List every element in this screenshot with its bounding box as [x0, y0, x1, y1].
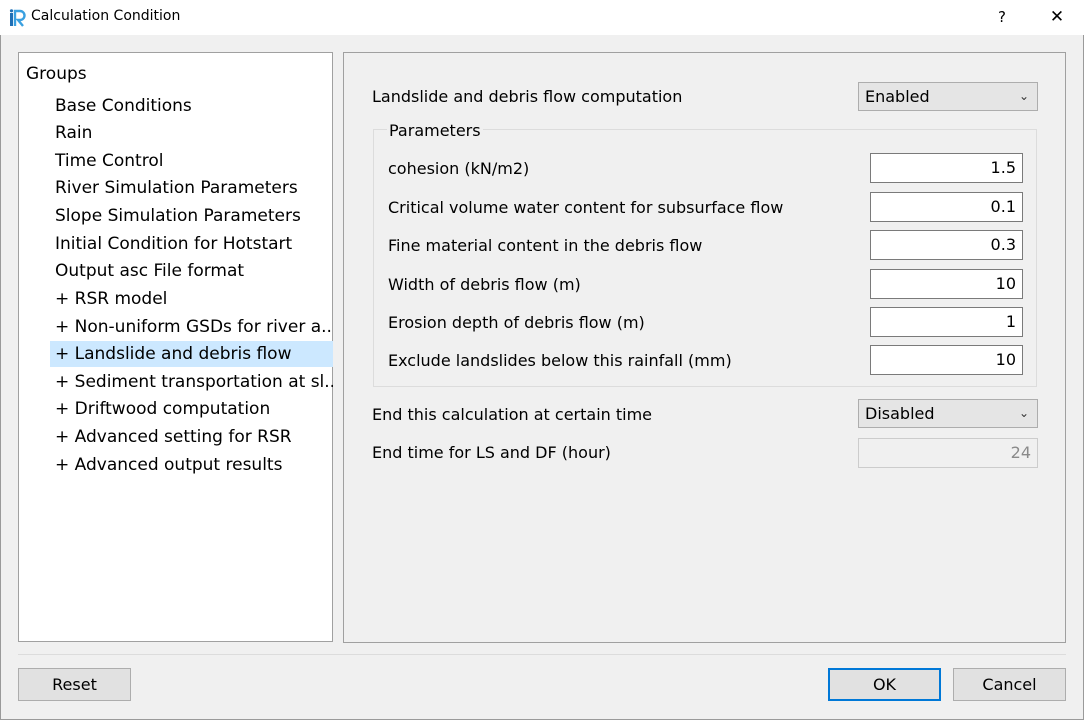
computation-select[interactable]: Enabled ⌄	[858, 82, 1038, 111]
width-field[interactable]: 10	[870, 269, 1023, 299]
tree-header: Groups	[26, 64, 87, 84]
close-button[interactable]: ✕	[1043, 6, 1071, 28]
tree-item-advanced-output[interactable]: + Advanced output results	[50, 452, 333, 478]
chevron-down-icon: ⌄	[1018, 89, 1029, 103]
window-title: Calculation Condition	[31, 8, 181, 24]
computation-label: Landslide and debris flow computation	[372, 87, 683, 106]
exclude-rainfall-field[interactable]: 10	[870, 345, 1023, 375]
tree-item-initial-condition[interactable]: Initial Condition for Hotstart	[50, 231, 333, 257]
param-label-erosion-depth: Erosion depth of debris flow (m)	[388, 313, 645, 332]
tree-item-sediment-transportation[interactable]: + Sediment transportation at sl...	[50, 369, 333, 395]
param-label-exclude-rainfall: Exclude landslides below this rainfall (…	[388, 351, 732, 370]
cohesion-field[interactable]: 1.5	[870, 153, 1023, 183]
reset-button[interactable]: Reset	[18, 668, 131, 701]
end-calc-select[interactable]: Disabled ⌄	[858, 399, 1038, 428]
param-label-fine-material: Fine material content in the debris flow	[388, 236, 703, 255]
fine-material-field[interactable]: 0.3	[870, 230, 1023, 260]
tree-item-river-simulation[interactable]: River Simulation Parameters	[50, 175, 333, 201]
tree-item-slope-simulation[interactable]: Slope Simulation Parameters	[50, 203, 333, 229]
param-label-cohesion: cohesion (kN/m2)	[388, 159, 530, 178]
tree-item-base-conditions[interactable]: Base Conditions	[50, 93, 333, 119]
tree-item-time-control[interactable]: Time Control	[50, 148, 333, 174]
tree-item-rsr-model[interactable]: + RSR model	[50, 286, 333, 312]
end-calc-label: End this calculation at certain time	[372, 405, 653, 424]
critical-water-field[interactable]: 0.1	[870, 192, 1023, 222]
end-calc-select-value: Disabled	[865, 404, 935, 423]
tree-item-driftwood[interactable]: + Driftwood computation	[50, 396, 333, 422]
tree-item-landslide-debris-flow[interactable]: + Landslide and debris flow	[50, 341, 333, 367]
ok-button[interactable]: OK	[828, 668, 941, 701]
end-time-field: 24	[858, 438, 1038, 468]
groups-tree[interactable]: Groups Base Conditions Rain Time Control…	[18, 52, 333, 642]
chevron-down-icon: ⌄	[1018, 406, 1029, 420]
computation-select-value: Enabled	[865, 87, 930, 106]
tree-item-output-asc[interactable]: Output asc File format	[50, 258, 333, 284]
tree-item-advanced-rsr[interactable]: + Advanced setting for RSR	[50, 424, 333, 450]
param-label-critical-water: Critical volume water content for subsur…	[388, 198, 784, 217]
settings-panel: Landslide and debris flow computation En…	[343, 52, 1066, 643]
footer-separator	[18, 654, 1066, 655]
erosion-depth-field[interactable]: 1	[870, 307, 1023, 337]
window-border-left	[0, 0, 1, 720]
title-bar: Calculation Condition ? ✕	[0, 0, 1084, 35]
tree-item-rain[interactable]: Rain	[50, 120, 333, 146]
tree-item-non-uniform-gsds[interactable]: + Non-uniform GSDs for river a...	[50, 314, 333, 340]
parameters-title: Parameters	[387, 121, 483, 140]
cancel-button[interactable]: Cancel	[953, 668, 1066, 701]
app-logo-icon	[9, 9, 26, 27]
end-time-label: End time for LS and DF (hour)	[372, 443, 611, 462]
help-button[interactable]: ?	[988, 6, 1016, 28]
param-label-width: Width of debris flow (m)	[388, 275, 581, 294]
